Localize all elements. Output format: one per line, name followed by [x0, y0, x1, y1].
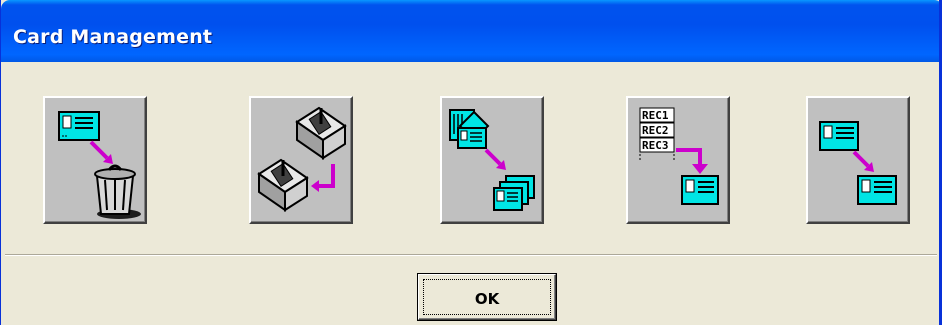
batch-cards-button[interactable]: [440, 96, 544, 224]
arrow-icon: [484, 148, 506, 170]
return-arrow-icon: [311, 164, 335, 192]
down-arrow-icon: [676, 148, 708, 174]
batch-cards-icon: [449, 109, 535, 211]
arrow-icon: [852, 150, 874, 172]
card-icon-2: [857, 175, 897, 205]
card-icon: [58, 111, 100, 141]
ok-button-label: OK: [474, 290, 500, 308]
card-to-card-button[interactable]: [806, 96, 910, 224]
card-icon: [819, 121, 859, 151]
copy-reader-button[interactable]: [249, 96, 353, 224]
separator: [5, 254, 937, 256]
dialog-body: REC1 REC2 REC3 OK: [1, 62, 939, 325]
arrow-icon: [89, 140, 113, 164]
card-management-dialog: Card Management REC1 REC2 REC3 OK: [0, 0, 942, 325]
delete-card-button[interactable]: [43, 96, 147, 224]
records-to-card-button[interactable]: REC1 REC2 REC3: [626, 96, 730, 224]
ok-button[interactable]: OK: [418, 274, 556, 320]
title-bar[interactable]: Card Management: [1, 0, 939, 62]
record-list-icon: REC1 REC2 REC3: [639, 107, 675, 162]
card-to-card-icon: [819, 121, 897, 205]
records-to-card-icon: REC1 REC2 REC3: [639, 107, 719, 205]
card-stack-icon-2: [493, 175, 535, 211]
reader-icon-2: [257, 158, 309, 212]
reader-icon: [295, 106, 347, 160]
card-icon: [681, 175, 719, 205]
record-label-3: REC3: [642, 139, 669, 152]
window-title: Card Management: [13, 26, 213, 48]
trash-can-icon: [94, 164, 141, 219]
copy-reader-icon: [257, 106, 347, 212]
record-label-2: REC2: [642, 124, 669, 137]
card-stack-icon: [449, 109, 490, 149]
record-label-1: REC1: [642, 109, 669, 122]
delete-card-icon: [58, 111, 141, 219]
